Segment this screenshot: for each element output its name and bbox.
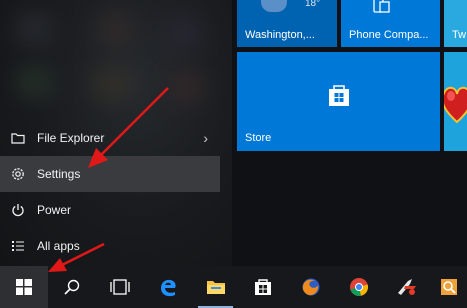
menu-item-file-explorer[interactable]: File Explorer › [0, 120, 220, 156]
menu-item-power[interactable]: Power [0, 192, 220, 228]
file-explorer-button[interactable] [192, 266, 240, 308]
firefox-icon [301, 277, 321, 297]
menu-item-all-apps[interactable]: All apps [0, 228, 220, 264]
file-explorer-icon [206, 279, 226, 295]
tile-store[interactable]: Store [237, 52, 440, 151]
windows-logo-icon [15, 279, 32, 295]
store-taskbar-button[interactable] [239, 266, 287, 308]
menu-item-label: Power [37, 203, 72, 217]
search-app-icon [440, 278, 458, 296]
blurred-app-icon [14, 10, 54, 48]
tile-weather[interactable]: 18° Washington,... [237, 0, 337, 47]
tile-phone-companion[interactable]: Phone Compa... [341, 0, 440, 47]
ccleaner-icon [396, 277, 418, 297]
firefox-button[interactable] [287, 266, 335, 308]
folder-icon [0, 120, 36, 156]
edge-icon [158, 277, 178, 297]
blurred-app-icon [16, 64, 52, 100]
gear-icon [0, 156, 36, 192]
task-view-button[interactable] [96, 266, 144, 308]
tile-label: Tw [452, 29, 467, 41]
chevron-right-icon[interactable]: › [203, 130, 208, 146]
phone-icon [371, 0, 391, 16]
tile-label: Phone Compa... [349, 29, 429, 41]
power-icon [0, 192, 36, 228]
blurred-app-icon [168, 16, 202, 50]
ccleaner-button[interactable] [383, 266, 431, 308]
list-icon [0, 228, 36, 264]
task-view-icon [110, 279, 130, 295]
tile-heart-game[interactable] [444, 52, 467, 151]
blurred-app-icon [170, 70, 204, 104]
cloud-icon [261, 0, 287, 12]
blurred-app-icon [92, 66, 132, 102]
menu-item-label: File Explorer [37, 131, 105, 145]
tile-twitter[interactable]: Tw [444, 0, 467, 47]
taskbar [0, 266, 467, 308]
search-icon [64, 279, 80, 295]
start-button[interactable] [0, 266, 48, 308]
edge-button[interactable] [144, 266, 192, 308]
weather-temperature: 18° [305, 0, 321, 9]
store-bag-icon [326, 82, 352, 108]
heart-icon [444, 82, 467, 124]
start-menu-left-pane: File Explorer › Settings Power All apps [0, 0, 232, 266]
tile-label: Store [245, 132, 272, 144]
search-button[interactable] [48, 266, 96, 308]
store-icon [254, 278, 272, 296]
chrome-icon [349, 277, 369, 297]
chrome-button[interactable] [335, 266, 383, 308]
menu-item-label: All apps [37, 239, 80, 253]
search-app-button[interactable] [431, 266, 467, 308]
menu-item-label: Settings [37, 167, 81, 181]
blurred-app-icon [98, 12, 132, 48]
tile-label: Washington,... [245, 29, 315, 41]
menu-item-settings[interactable]: Settings [0, 156, 220, 192]
